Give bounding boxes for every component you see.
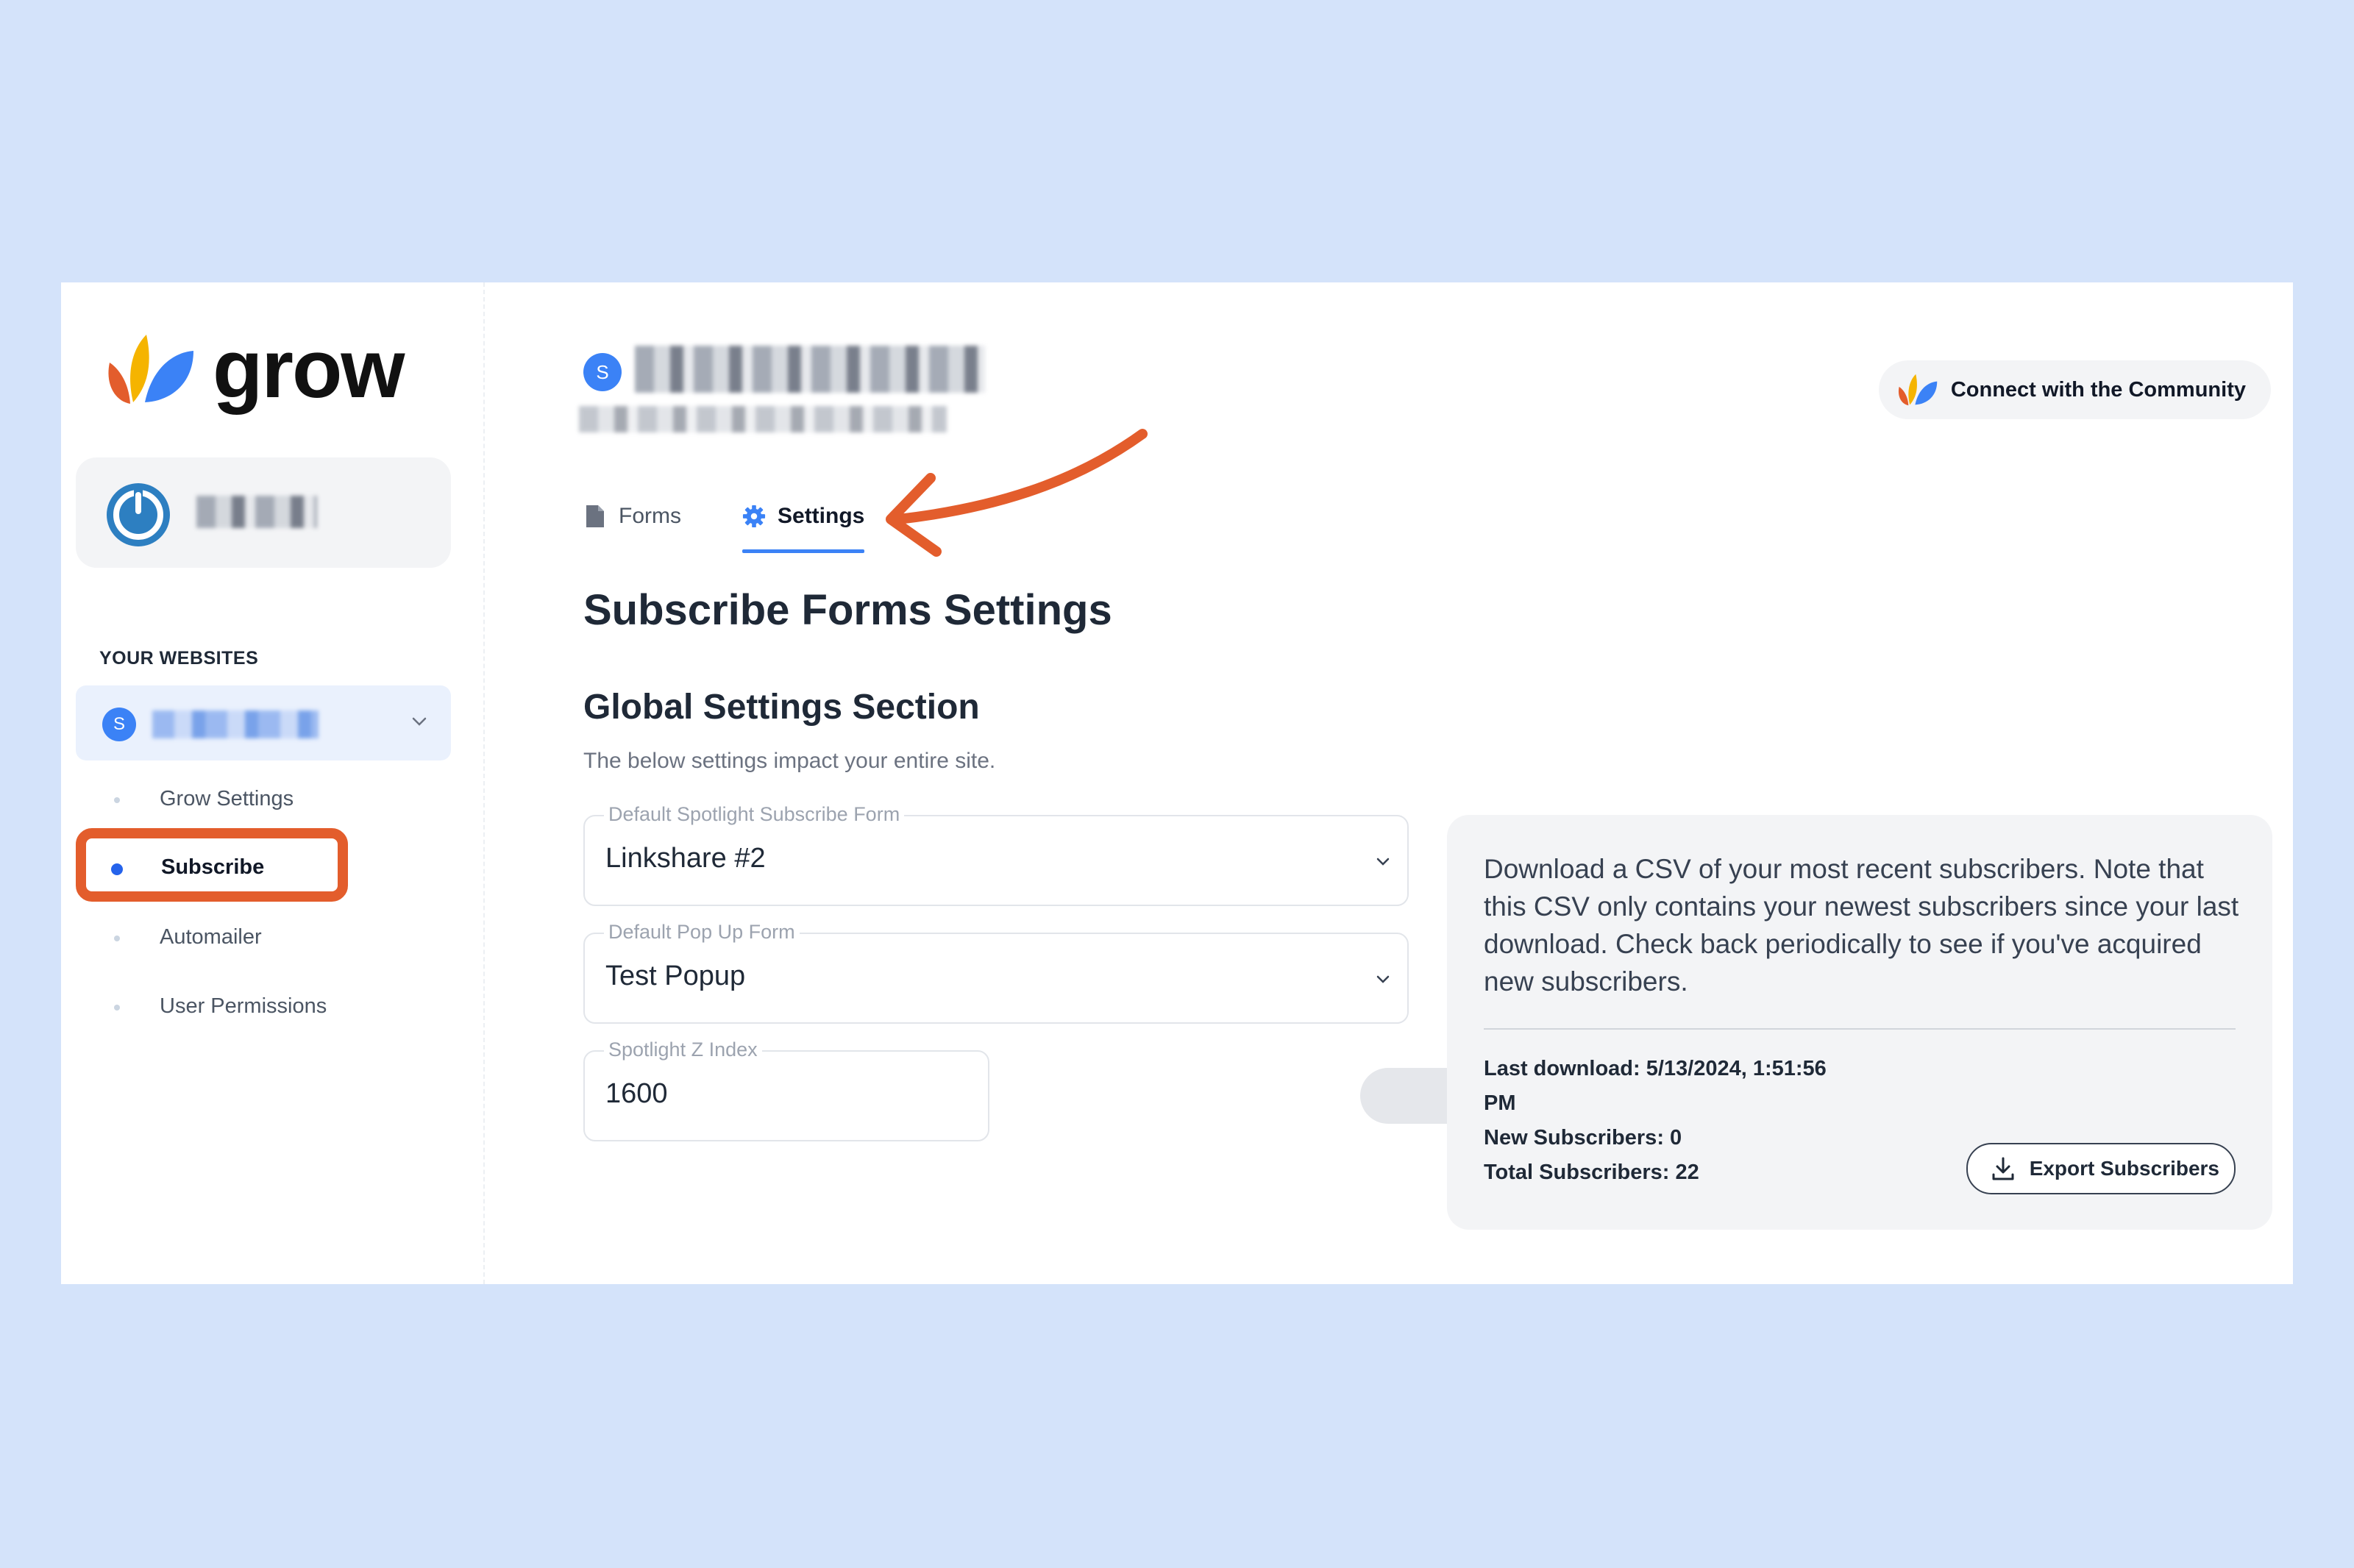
- redacted-site-name: [152, 710, 319, 738]
- field-label: Default Spotlight Subscribe Form: [604, 803, 905, 826]
- grow-leaf-icon: [1898, 374, 1938, 406]
- field-label: Default Pop Up Form: [604, 921, 800, 944]
- field-value: Test Popup: [605, 961, 746, 991]
- your-websites-label: YOUR WEBSITES: [99, 648, 259, 669]
- chevron-down-icon: [1376, 858, 1390, 866]
- section-description: The below settings impact your entire si…: [583, 749, 996, 773]
- logo-text: grow: [213, 323, 405, 415]
- tab-label: Settings: [778, 504, 865, 528]
- app-window: grow YOUR WEBSITES S Grow Settings Subsc…: [61, 282, 2293, 1284]
- gear-icon: [742, 505, 766, 528]
- export-subscribers-button[interactable]: Export Subscribers: [1966, 1143, 2236, 1194]
- community-button-label: Connect with the Community: [1950, 377, 2246, 402]
- annotation-arrow: [886, 429, 1148, 557]
- export-button-label: Export Subscribers: [2029, 1157, 2219, 1180]
- sidebar: grow YOUR WEBSITES S Grow Settings Subsc…: [61, 282, 485, 1284]
- grow-leaf-icon: [108, 335, 193, 404]
- tab-forms[interactable]: Forms: [583, 494, 681, 538]
- page-title: Subscribe Forms Settings: [583, 586, 1112, 634]
- sidebar-item-label: Automailer: [160, 925, 262, 949]
- field-label: Spotlight Z Index: [604, 1038, 762, 1061]
- section-title: Global Settings Section: [583, 688, 980, 727]
- redacted-site-title: [635, 346, 985, 393]
- tab-settings[interactable]: Settings: [742, 494, 865, 553]
- active-tab-indicator: [742, 549, 865, 553]
- total-subscribers-text: Total Subscribers: 22: [1484, 1161, 1699, 1184]
- sidebar-item-subscribe[interactable]: Subscribe: [76, 828, 348, 902]
- main-content: S Connect with the Community Forms Setti…: [483, 282, 2293, 1284]
- site-avatar: S: [583, 353, 622, 391]
- document-icon: [586, 505, 604, 527]
- divider: [1484, 1028, 2236, 1030]
- account-card[interactable]: [76, 457, 451, 568]
- power-icon: [107, 483, 170, 546]
- redacted-account-name: [196, 496, 317, 528]
- grow-logo[interactable]: grow: [104, 323, 405, 415]
- download-icon: [1992, 1157, 2014, 1180]
- popup-form-select[interactable]: Default Pop Up Form Test Popup: [583, 921, 1409, 1024]
- subscriber-stats: Last download: 5/13/2024, 1:51:56 PM New…: [1484, 1052, 1852, 1190]
- last-download-text: Last download: 5/13/2024, 1:51:56 PM: [1484, 1057, 1827, 1115]
- field-value[interactable]: 1600: [605, 1078, 668, 1110]
- chevron-down-icon: [412, 717, 427, 726]
- sidebar-item-label: Grow Settings: [160, 787, 294, 810]
- connect-community-button[interactable]: Connect with the Community: [1878, 360, 2271, 419]
- new-subscribers-text: New Subscribers: 0: [1484, 1126, 1682, 1150]
- field-value: Linkshare #2: [605, 843, 766, 874]
- sidebar-item-label: User Permissions: [160, 994, 327, 1018]
- site-avatar: S: [102, 708, 136, 741]
- export-panel: Download a CSV of your most recent subsc…: [1447, 815, 2272, 1230]
- z-index-input[interactable]: Spotlight Z Index 1600: [583, 1038, 989, 1141]
- tab-label: Forms: [619, 504, 681, 528]
- sidebar-item-label: Subscribe: [161, 855, 265, 879]
- bullet-icon: [114, 936, 120, 941]
- export-description: Download a CSV of your most recent subsc…: [1484, 854, 2239, 997]
- website-selector[interactable]: S: [76, 685, 451, 760]
- spotlight-form-select[interactable]: Default Spotlight Subscribe Form Linksha…: [583, 803, 1409, 906]
- active-bullet-icon: [111, 863, 123, 875]
- chevron-down-icon: [1376, 975, 1390, 983]
- bullet-icon: [114, 797, 120, 803]
- bullet-icon: [114, 1005, 120, 1011]
